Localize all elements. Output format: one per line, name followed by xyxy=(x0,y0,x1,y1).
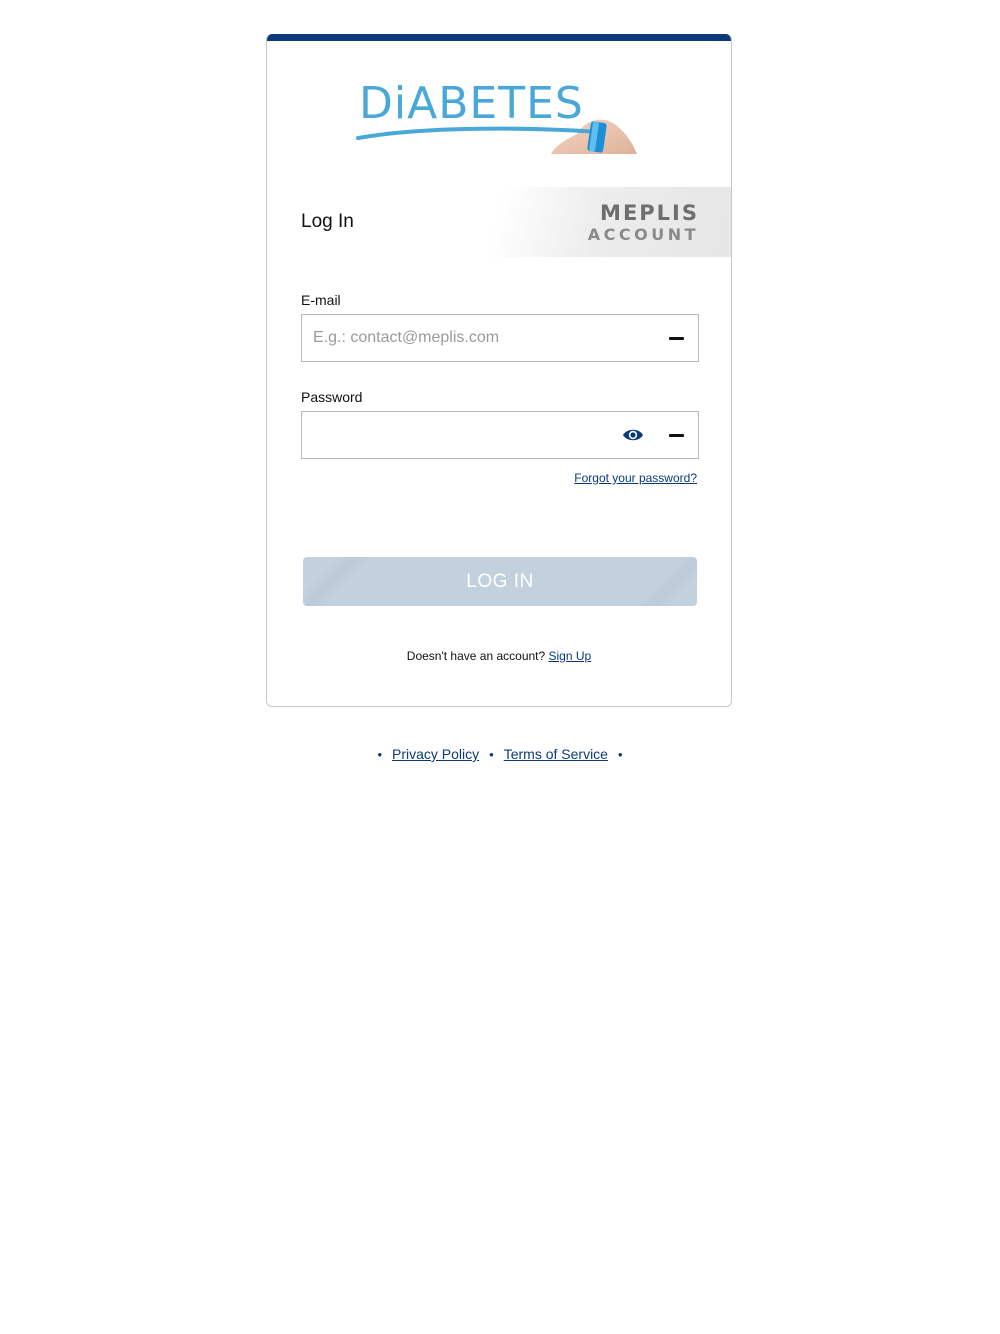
clear-icon[interactable] xyxy=(669,434,684,437)
eye-icon[interactable] xyxy=(622,427,644,443)
login-button[interactable]: LOG IN xyxy=(303,557,697,606)
sign-up-link[interactable]: Sign Up xyxy=(549,649,592,663)
email-label: E-mail xyxy=(301,292,341,308)
email-field xyxy=(301,314,699,362)
svg-text:DiABETES: DiABETES xyxy=(359,78,584,129)
brand-subtitle: ACCOUNT xyxy=(587,225,699,244)
password-label: Password xyxy=(301,389,363,405)
login-card: DiABETES Log In MEPLIS ACCOUNT E-mail Pa… xyxy=(266,34,732,707)
footer-separator: • xyxy=(489,747,494,762)
card-top-bar xyxy=(267,34,731,41)
brand-name: MEPLIS xyxy=(600,201,699,225)
password-field xyxy=(301,411,699,459)
footer-separator: • xyxy=(617,747,623,762)
footer-links: • Privacy Policy • Terms of Service • xyxy=(0,746,1000,762)
password-input[interactable] xyxy=(302,412,613,458)
terms-of-service-link[interactable]: Terms of Service xyxy=(504,746,608,762)
privacy-policy-link[interactable]: Privacy Policy xyxy=(392,746,479,762)
clear-icon[interactable] xyxy=(669,337,684,340)
diabetes-logo: DiABETES xyxy=(356,78,637,154)
footer-separator: • xyxy=(377,747,383,762)
signup-prompt: Doesn't have an account? Sign Up xyxy=(267,649,731,663)
email-input[interactable] xyxy=(302,315,613,361)
meplis-account-logo: MEPLIS ACCOUNT xyxy=(588,203,699,243)
signup-text: Doesn't have an account? xyxy=(406,649,546,663)
page-title: Log In xyxy=(301,211,354,232)
forgot-password-link[interactable]: Forgot your password? xyxy=(574,471,697,485)
header-row: Log In MEPLIS ACCOUNT xyxy=(267,187,731,257)
